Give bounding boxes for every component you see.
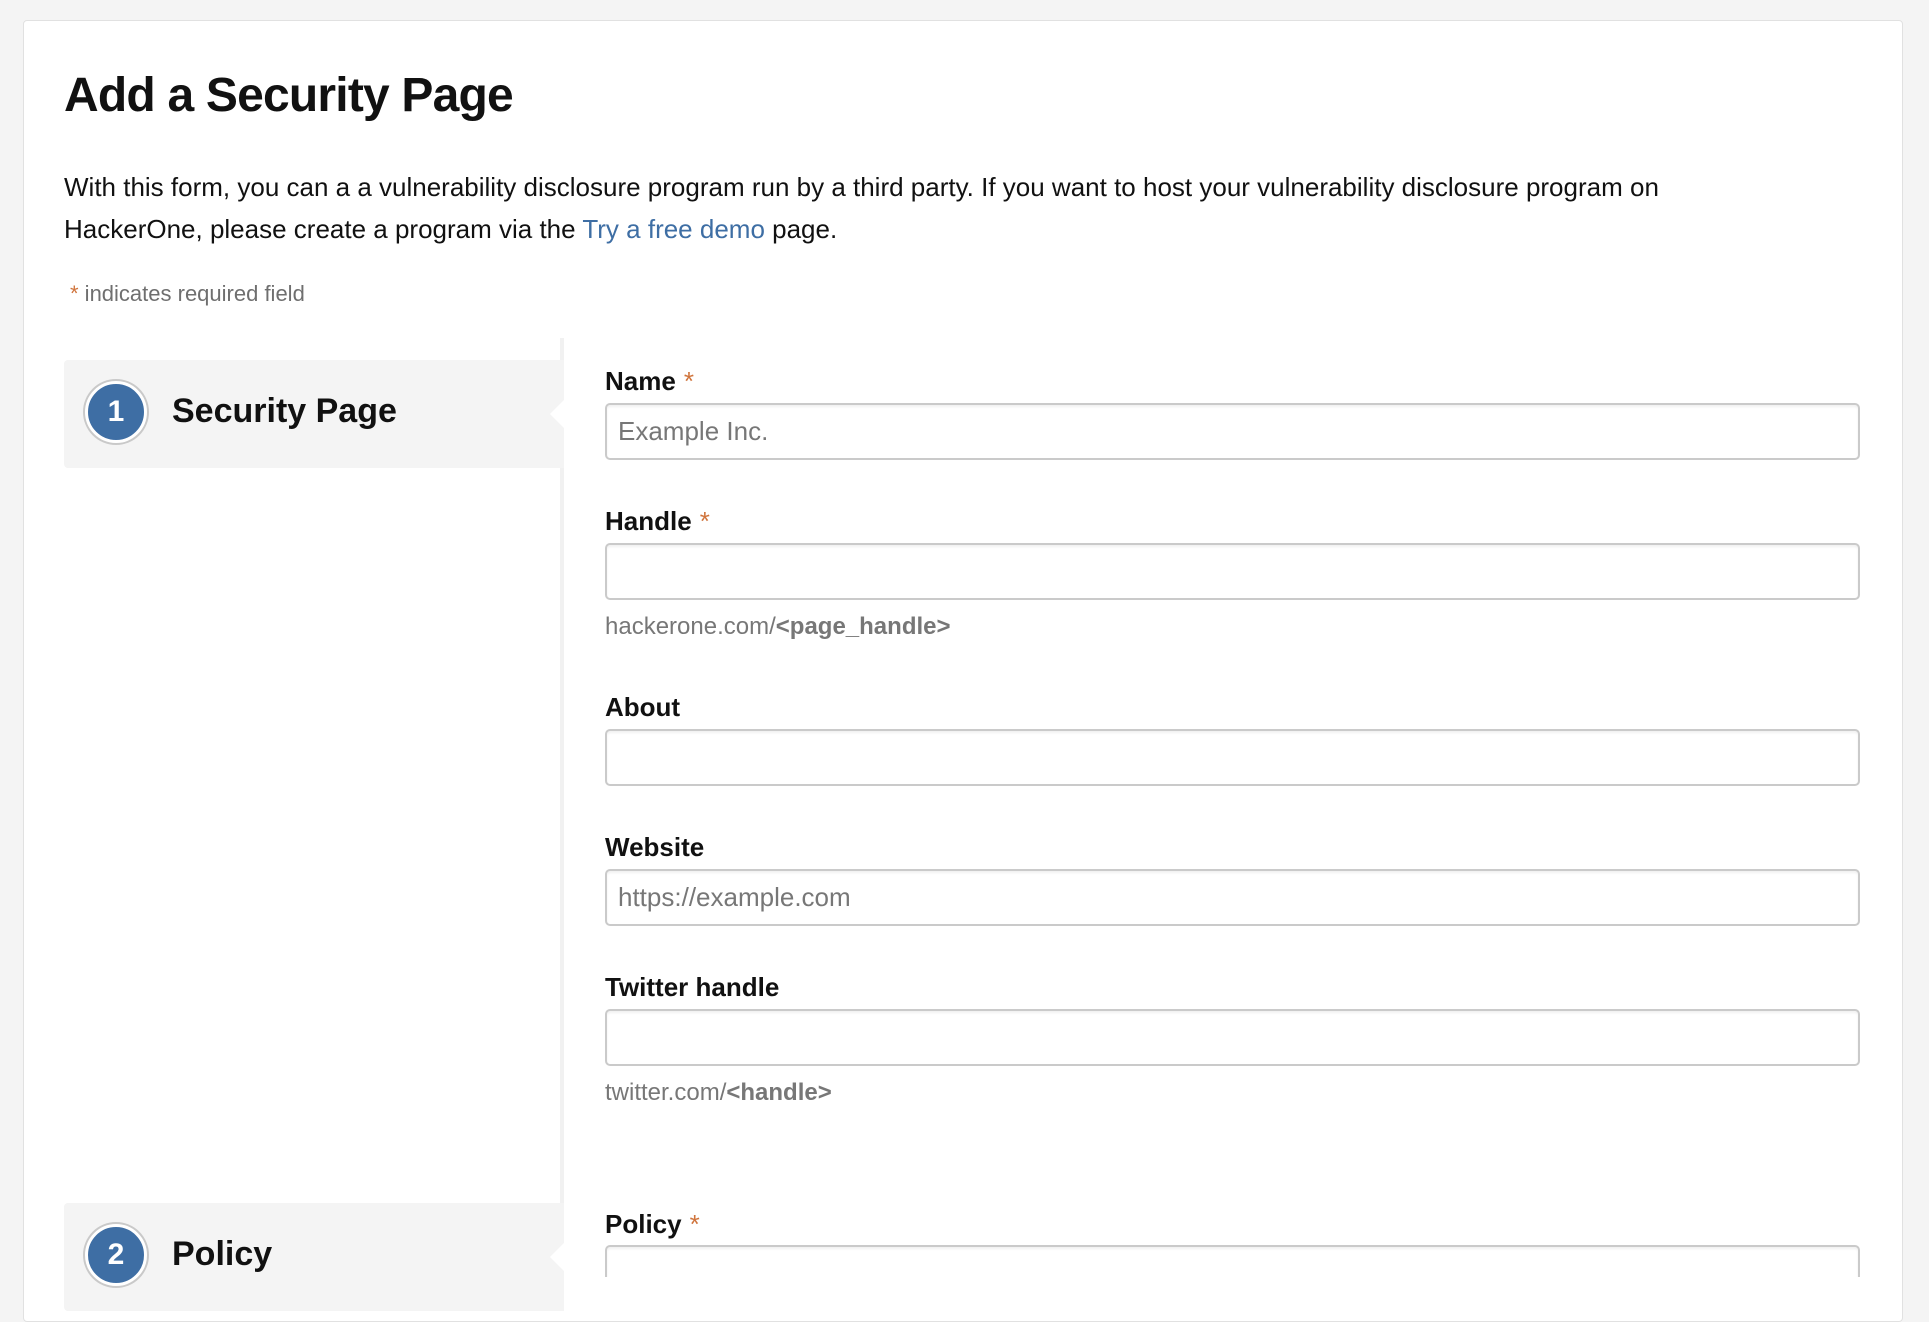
- required-field-note: * indicates required field: [70, 281, 305, 307]
- step-label: Policy: [172, 1235, 273, 1273]
- required-star: *: [689, 1209, 700, 1239]
- required-star: *: [683, 366, 694, 396]
- handle-hint-token: <page_handle>: [775, 613, 951, 640]
- handle-label: Handle *: [605, 506, 710, 537]
- intro-text-part: page.: [764, 214, 838, 244]
- name-label: Name *: [605, 366, 694, 397]
- step-number-badge: 1: [85, 381, 147, 443]
- website-label: Website: [605, 832, 704, 863]
- handle-input[interactable]: [605, 543, 1860, 600]
- required-star: *: [699, 506, 710, 536]
- required-star: *: [70, 281, 79, 306]
- required-note-text: indicates required field: [78, 281, 305, 306]
- twitter-handle-input[interactable]: [605, 1009, 1860, 1066]
- intro-text: With this form, you can a a vulnerabilit…: [64, 166, 1804, 250]
- intro-text-part: With this form, you can a a vulnerabilit…: [64, 172, 1659, 244]
- try-free-demo-link[interactable]: Try a free demo: [582, 214, 765, 244]
- twitter-handle-label: Twitter handle: [605, 972, 779, 1003]
- about-label-text: About: [605, 692, 681, 722]
- handle-hint-prefix: hackerone.com/: [605, 613, 776, 640]
- policy-label-text: Policy: [605, 1209, 682, 1239]
- twitter-hint-token: <handle>: [726, 1079, 832, 1106]
- step-policy[interactable]: 2 Policy: [64, 1203, 564, 1311]
- twitter-handle-hint: twitter.com/<handle>: [605, 1079, 832, 1107]
- website-input[interactable]: [605, 869, 1860, 926]
- about-input[interactable]: [605, 729, 1860, 786]
- handle-label-text: Handle: [605, 506, 692, 536]
- website-label-text: Website: [605, 832, 705, 862]
- step-label: Security Page: [172, 392, 397, 430]
- step-security-page[interactable]: 1 Security Page: [64, 360, 564, 468]
- name-label-text: Name: [605, 366, 676, 396]
- name-input[interactable]: [605, 403, 1860, 460]
- twitter-handle-label-text: Twitter handle: [605, 972, 780, 1002]
- handle-hint: hackerone.com/<page_handle>: [605, 613, 951, 641]
- step-divider: [560, 338, 564, 1277]
- page-title: Add a Security Page: [64, 69, 514, 122]
- about-label: About: [605, 692, 680, 723]
- policy-label: Policy *: [605, 1209, 700, 1240]
- twitter-hint-prefix: twitter.com/: [605, 1079, 727, 1106]
- policy-input[interactable]: [605, 1245, 1860, 1277]
